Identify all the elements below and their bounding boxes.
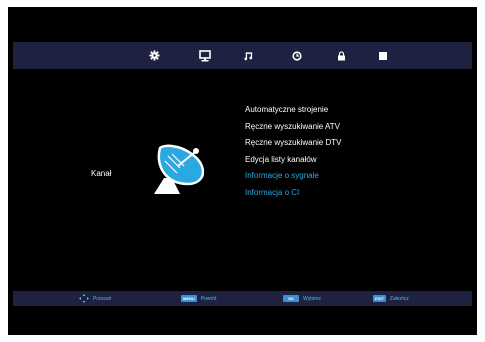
hint-exit-label: Zakończ [389, 295, 409, 302]
channel-menu: Automatyczne strojenie Ręczne wyszukiwan… [245, 102, 341, 201]
tv-screen: Kanał Automatyczne strojenie Ręczne wysz… [8, 7, 477, 335]
menu-item-manual-atv-search[interactable]: Ręczne wyszukiwanie ATV [245, 119, 341, 136]
menu-item-manual-dtv-search[interactable]: Ręczne wyszukiwanie DTV [245, 135, 341, 152]
lock-icon[interactable] [333, 42, 349, 69]
menu-item-channel-list-edit[interactable]: Edycja listy kanałów [245, 152, 341, 169]
clock-icon[interactable] [289, 42, 305, 69]
footer-hint-bar: Przesuń MENU Powrót OK Wybierz EXIT Zako… [13, 291, 472, 306]
move-arrows-icon [79, 294, 89, 303]
hint-ok: OK Wybierz [283, 291, 321, 306]
menu-item-automatic-tuning[interactable]: Automatyczne strojenie [245, 102, 341, 119]
hint-move: Przesuń [79, 291, 111, 306]
menu-key-badge: MENU [181, 295, 197, 302]
hint-move-label: Przesuń [93, 295, 112, 302]
exit-key-badge: EXIT [373, 295, 386, 302]
category-bar [13, 42, 472, 69]
satellite-dish-icon [154, 144, 204, 194]
section-label: Kanał [91, 169, 112, 178]
menu-item-signal-info: Informacje o sygnale [245, 171, 319, 180]
hint-menu-label: Powrót [200, 295, 217, 302]
square-icon[interactable] [375, 42, 391, 69]
hint-menu: MENU Powrót [181, 291, 216, 306]
hint-exit: EXIT Zakończ [373, 291, 409, 306]
hint-ok-label: Wybierz [303, 295, 322, 302]
gear-icon[interactable] [146, 42, 162, 69]
music-note-icon[interactable] [240, 42, 256, 69]
ok-key-badge: OK [283, 295, 299, 302]
monitor-icon[interactable] [197, 42, 213, 69]
menu-item-ci-info: Informacja o CI [245, 187, 300, 197]
